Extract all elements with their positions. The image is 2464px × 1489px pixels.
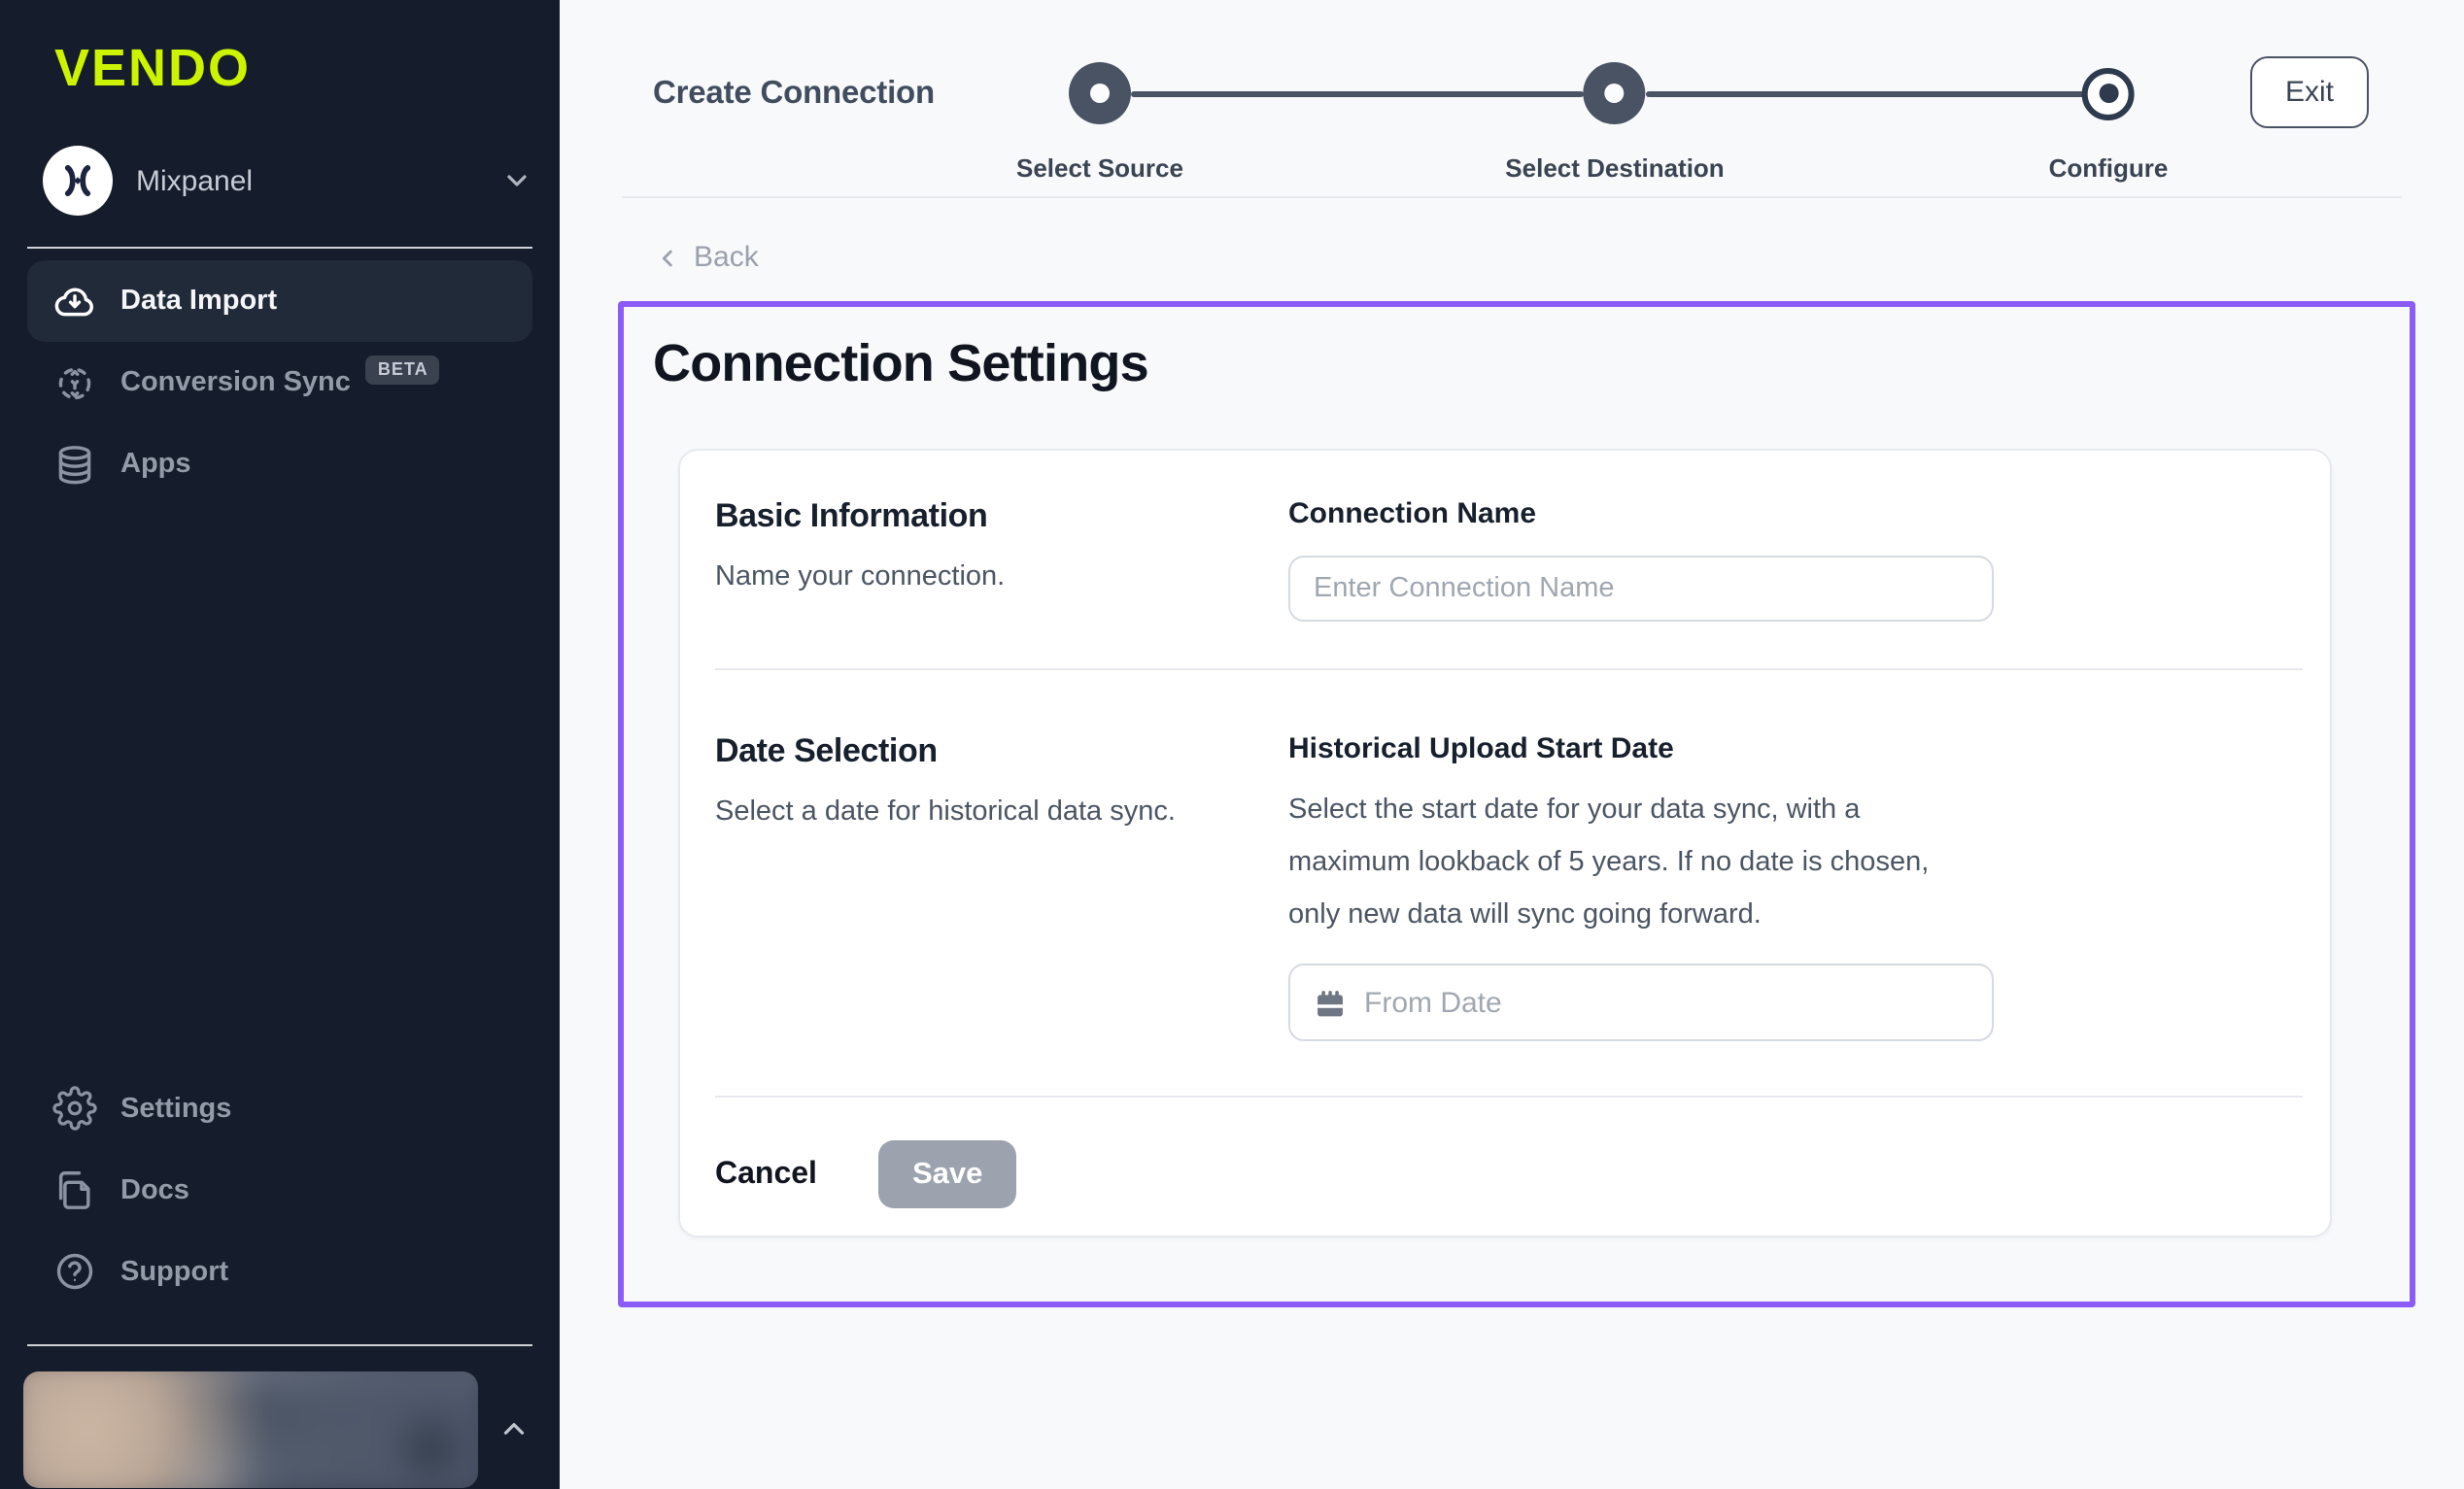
save-button[interactable]: Save (879, 1141, 1015, 1209)
basic-information-section: Basic Information Name your connection. … (715, 451, 2303, 668)
wizard-title: Create Connection (653, 76, 935, 113)
workspace-name: Mixpanel (136, 164, 501, 197)
back-link[interactable]: Back (655, 241, 759, 274)
sidebar-item-conversion-sync[interactable]: Conversion Sync BETA (27, 342, 532, 423)
chevron-up-icon (497, 1412, 530, 1445)
sidebar-divider-bottom (27, 1343, 532, 1345)
header-divider (622, 196, 2402, 198)
from-date-placeholder: From Date (1364, 987, 1502, 1020)
step-label: Configure (2049, 153, 2169, 183)
historical-upload-start-date-label: Historical Upload Start Date (1288, 732, 2303, 765)
sidebar-nav: Data Import Conversion Sync BETA (27, 260, 532, 505)
date-selection-section: Date Selection Select a date for histori… (715, 670, 2303, 1097)
vendo-logo: VENDO (54, 39, 560, 99)
page-title: Connection Settings (653, 334, 2371, 394)
chevron-down-icon (501, 165, 532, 196)
sidebar-divider-top (27, 247, 532, 249)
section-title: Basic Information (715, 497, 1288, 536)
sidebar-item-label: Docs (120, 1174, 189, 1205)
section-title: Date Selection (715, 732, 1288, 771)
connection-settings-panel: Connection Settings Basic Information Na… (618, 301, 2415, 1308)
sidebar-item-support[interactable]: Support (27, 1231, 532, 1312)
sidebar-item-label: Apps (120, 449, 191, 480)
step-label: Select Source (1016, 153, 1183, 183)
sidebar: VENDO Mixpanel (0, 0, 560, 1489)
sidebar-item-label: Support (120, 1256, 228, 1287)
exit-button[interactable]: Exit (2250, 56, 2369, 128)
step-select-source: Select Source (1016, 62, 1183, 183)
cancel-button[interactable]: Cancel (715, 1158, 817, 1193)
connection-name-input[interactable] (1288, 556, 1994, 622)
help-icon (52, 1249, 97, 1294)
sidebar-spacer (0, 505, 560, 1067)
sidebar-item-label: Settings (120, 1093, 231, 1124)
step-dot-icon (1069, 62, 1131, 124)
docs-icon (52, 1168, 97, 1212)
calendar-icon (1314, 987, 1347, 1020)
sidebar-item-docs[interactable]: Docs (27, 1149, 532, 1231)
chevron-left-icon (655, 244, 682, 271)
sync-icon (52, 360, 97, 405)
sidebar-footer-nav: Settings Docs (27, 1067, 532, 1312)
back-label: Back (694, 241, 759, 274)
beta-badge: BETA (366, 355, 440, 384)
workspace-switcher[interactable]: Mixpanel (43, 146, 532, 216)
step-label: Select Destination (1505, 153, 1724, 183)
cloud-download-icon (52, 279, 97, 323)
step-select-destination: Select Destination (1505, 62, 1724, 183)
form-actions: Cancel Save (715, 1099, 2303, 1236)
app-window: VENDO Mixpanel (0, 0, 2464, 1489)
gear-icon (52, 1086, 97, 1131)
sidebar-item-label: Data Import (120, 286, 277, 317)
connection-name-label: Connection Name (1288, 497, 2303, 530)
section-description: Select a date for historical data sync. (715, 796, 1288, 828)
mixpanel-logo-icon (43, 146, 113, 216)
settings-card: Basic Information Name your connection. … (678, 449, 2332, 1238)
from-date-input[interactable]: From Date (1288, 964, 1994, 1042)
wizard-header: Create Connection Select Source Select D… (560, 0, 2464, 198)
step-dot-icon (1584, 62, 1646, 124)
section-description: Name your connection. (715, 561, 1288, 592)
step-configure: Configure (2049, 62, 2169, 183)
step-dot-icon (2082, 67, 2135, 119)
sidebar-item-data-import[interactable]: Data Import (27, 260, 532, 342)
main-content: Create Connection Select Source Select D… (560, 0, 2464, 1489)
sidebar-item-label: Conversion Sync (120, 367, 351, 398)
sidebar-item-apps[interactable]: Apps (27, 423, 532, 505)
user-profile-blurred (23, 1371, 478, 1487)
user-profile[interactable] (23, 1369, 532, 1489)
database-icon (52, 442, 97, 487)
date-field-help-text: Select the start date for your data sync… (1288, 785, 1972, 941)
sidebar-item-settings[interactable]: Settings (27, 1067, 532, 1149)
